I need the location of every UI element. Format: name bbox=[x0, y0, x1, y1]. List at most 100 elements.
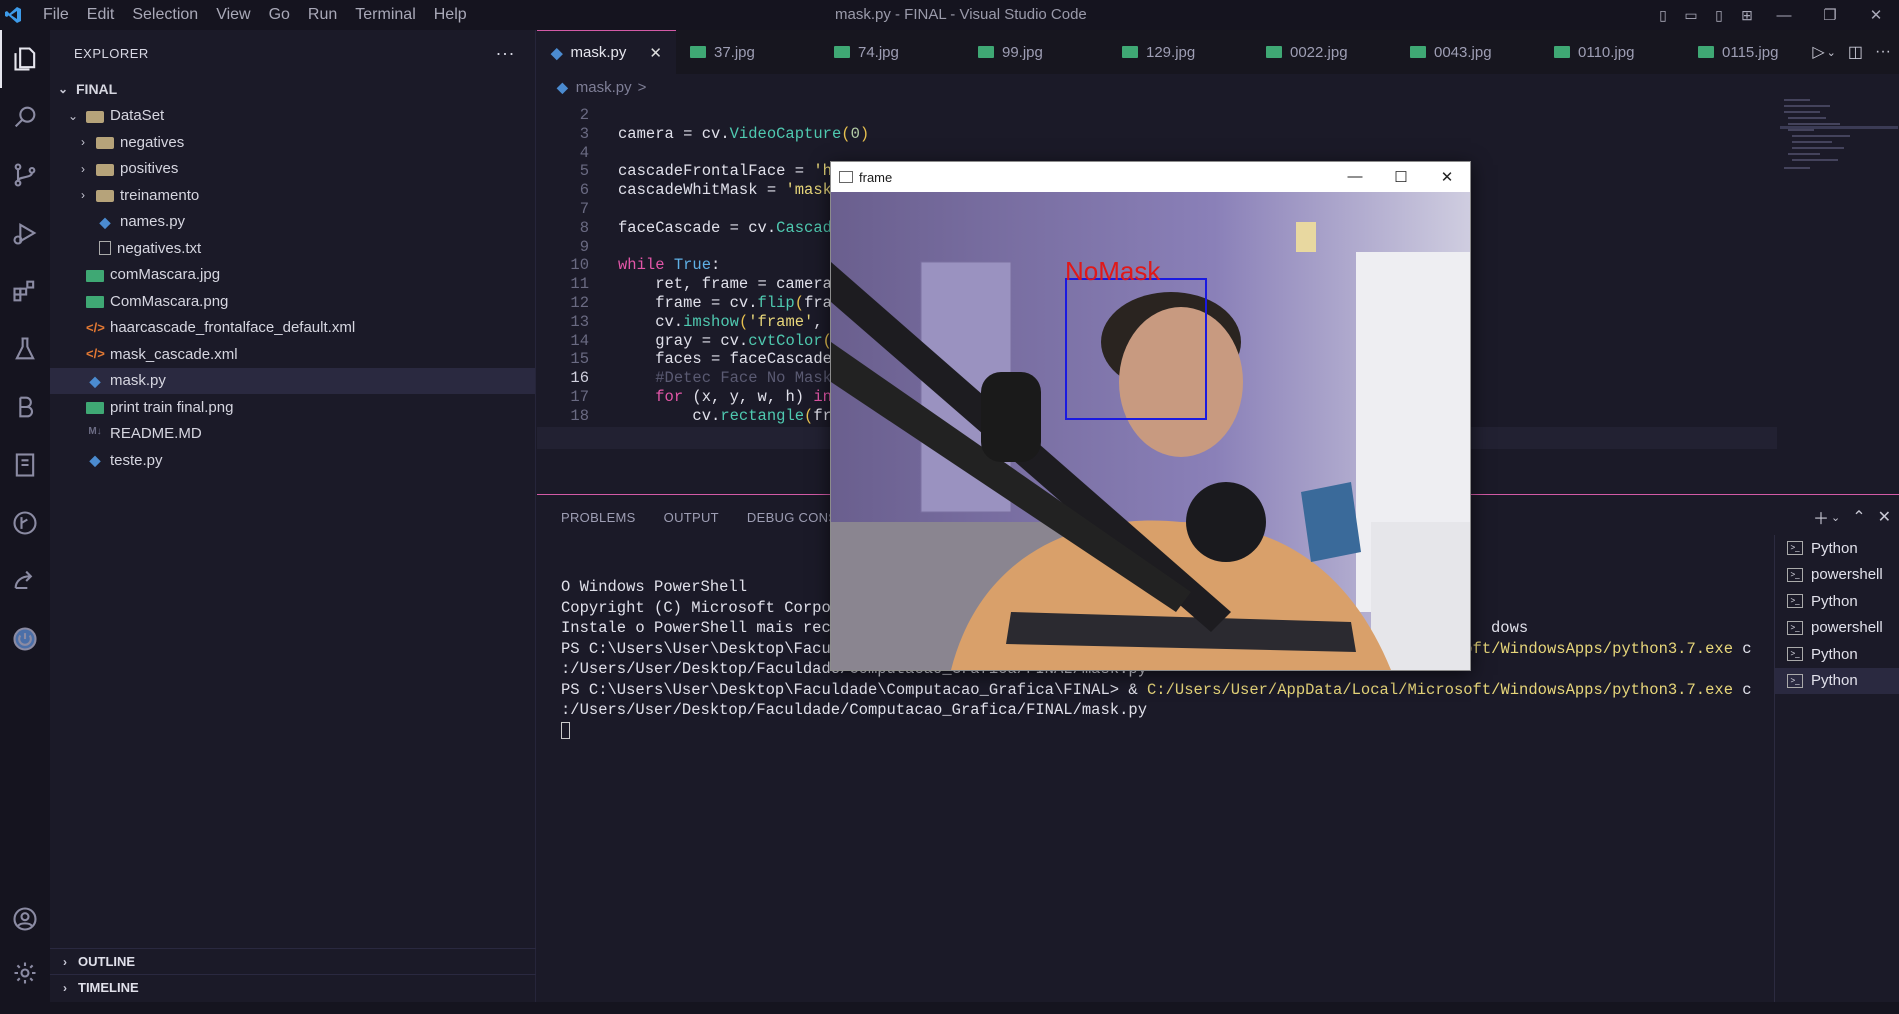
account-icon[interactable] bbox=[0, 890, 50, 948]
close-tab-icon[interactable]: ✕ bbox=[631, 44, 662, 62]
line-number: 5 bbox=[579, 162, 589, 181]
folder-item[interactable]: › positives bbox=[50, 156, 535, 183]
terminal-dropdown-icon[interactable]: ⌄ bbox=[1831, 511, 1840, 524]
minimize-button[interactable]: — bbox=[1761, 7, 1807, 24]
file-item[interactable]: ComMascara.png bbox=[50, 288, 535, 315]
terminal-icon: >_ bbox=[1787, 620, 1803, 635]
file-item[interactable]: negatives.txt bbox=[50, 235, 535, 262]
tab-mask-py[interactable]: ◆ mask.py ✕ bbox=[537, 30, 676, 74]
menu-go[interactable]: Go bbox=[260, 6, 299, 24]
tab-label: 99.jpg bbox=[1002, 43, 1043, 61]
terminal-instance[interactable]: >_ Python bbox=[1775, 588, 1899, 615]
breadcrumb-file[interactable]: mask.py bbox=[576, 79, 632, 96]
file-item[interactable]: </> haarcascade_frontalface_default.xml bbox=[50, 315, 535, 342]
tab-74-jpg[interactable]: 74.jpg bbox=[820, 30, 964, 74]
code-line: faces = faceCascade bbox=[618, 350, 832, 369]
menu-file[interactable]: File bbox=[34, 6, 78, 24]
run-debug-icon[interactable] bbox=[0, 204, 50, 262]
git-graph-icon[interactable] bbox=[0, 494, 50, 552]
code-line: cv.rectangle(fr bbox=[618, 406, 832, 425]
restore-button[interactable]: ❐ bbox=[1807, 6, 1853, 24]
terminal-instance-label: Python bbox=[1811, 645, 1858, 663]
close-button[interactable]: ✕ bbox=[1853, 6, 1899, 24]
line-number: 9 bbox=[579, 237, 589, 256]
toggle-panel-icon[interactable]: ▭ bbox=[1677, 7, 1705, 24]
panel-tab-output[interactable]: OUTPUT bbox=[664, 510, 719, 525]
status-bar bbox=[0, 1002, 1899, 1014]
code-line: cv.imshow('frame', bbox=[618, 312, 823, 331]
new-terminal-icon[interactable]: ＋ bbox=[1813, 505, 1829, 529]
split-editor-icon[interactable]: ◫ bbox=[1848, 42, 1863, 62]
line-number: 6 bbox=[579, 181, 589, 200]
menu-view[interactable]: View bbox=[207, 6, 259, 24]
terminal-instance[interactable]: >_ Python bbox=[1775, 641, 1899, 668]
terminal-cursor bbox=[561, 721, 570, 739]
toggle-sidebar-icon[interactable]: ▯ bbox=[1649, 7, 1677, 24]
opencv-frame-window[interactable]: frame — ☐ ✕ NoMask bbox=[830, 161, 1471, 671]
terminal-instance[interactable]: >_ Python bbox=[1775, 535, 1899, 562]
image-file-icon bbox=[1698, 46, 1714, 58]
tree-item-label: comMascara.jpg bbox=[110, 266, 221, 284]
close-panel-icon[interactable]: ✕ bbox=[1878, 507, 1891, 527]
testing-icon[interactable] bbox=[0, 320, 50, 378]
terminal-instance[interactable]: >_ Python bbox=[1775, 667, 1899, 694]
tab-37-jpg[interactable]: 37.jpg bbox=[676, 30, 820, 74]
line-number: 3 bbox=[579, 124, 589, 143]
tab-99-jpg[interactable]: 99.jpg bbox=[964, 30, 1108, 74]
maximize-panel-icon[interactable]: ⌃ bbox=[1852, 507, 1865, 527]
folder-item[interactable]: › negatives bbox=[50, 129, 535, 156]
terminal-instance[interactable]: >_ powershell bbox=[1775, 615, 1899, 642]
frame-close-button[interactable]: ✕ bbox=[1424, 168, 1470, 186]
file-item[interactable]: comMascara.jpg bbox=[50, 262, 535, 289]
terminal-instance[interactable]: >_ powershell bbox=[1775, 562, 1899, 589]
timeline-section[interactable]: › TIMELINE bbox=[50, 974, 536, 1000]
file-item[interactable]: ◆ teste.py bbox=[50, 447, 535, 474]
source-control-icon[interactable] bbox=[0, 146, 50, 204]
search-icon[interactable] bbox=[0, 88, 50, 146]
tab-0110-jpg[interactable]: 0110.jpg bbox=[1540, 30, 1684, 74]
remote-icon[interactable] bbox=[0, 610, 50, 668]
panel-tab-problems[interactable]: PROBLEMS bbox=[561, 510, 636, 525]
frame-maximize-button[interactable]: ☐ bbox=[1378, 168, 1424, 186]
terminal-line-text: Copyright (C) Microsoft Corpo bbox=[561, 598, 831, 617]
frame-title-bar[interactable]: frame — ☐ ✕ bbox=[831, 162, 1470, 192]
menu-selection[interactable]: Selection bbox=[123, 6, 207, 24]
python-file-icon: ◆ bbox=[89, 452, 101, 469]
tab-129-jpg[interactable]: 129.jpg bbox=[1108, 30, 1252, 74]
menu-terminal[interactable]: Terminal bbox=[346, 6, 424, 24]
menu-help[interactable]: Help bbox=[425, 6, 476, 24]
terminal-icon: >_ bbox=[1787, 567, 1803, 582]
menu-edit[interactable]: Edit bbox=[78, 6, 124, 24]
file-tree: ⌄ DataSet › negatives › positives › treinamento… bbox=[50, 103, 535, 474]
b-extension-icon[interactable] bbox=[0, 378, 50, 436]
folder-item[interactable]: ⌄ DataSet bbox=[50, 103, 535, 130]
notebook-icon[interactable] bbox=[0, 436, 50, 494]
explorer-root-folder[interactable]: ⌄ FINAL bbox=[50, 76, 535, 103]
customize-layout-icon[interactable]: ⊞ bbox=[1733, 7, 1761, 24]
tab-0022-jpg[interactable]: 0022.jpg bbox=[1252, 30, 1396, 74]
line-number: 13 bbox=[570, 312, 589, 331]
file-item[interactable]: print train final.png bbox=[50, 394, 535, 421]
outline-section[interactable]: › OUTLINE bbox=[50, 948, 536, 974]
live-share-icon[interactable] bbox=[0, 552, 50, 610]
more-actions-icon[interactable]: ··· bbox=[496, 43, 515, 64]
minimap[interactable] bbox=[1780, 96, 1898, 186]
menu-run[interactable]: Run bbox=[299, 6, 346, 24]
file-item[interactable]: ◆ mask.py bbox=[50, 367, 535, 394]
more-actions-icon[interactable]: ··· bbox=[1875, 43, 1891, 61]
toggle-secondary-sidebar-icon[interactable]: ▯ bbox=[1705, 7, 1733, 24]
frame-minimize-button[interactable]: — bbox=[1332, 168, 1378, 186]
file-item[interactable]: ◆ names.py bbox=[50, 209, 535, 236]
terminal-text-fragment: c bbox=[1733, 639, 1752, 658]
folder-item[interactable]: › treinamento bbox=[50, 182, 535, 209]
tab-0043-jpg[interactable]: 0043.jpg bbox=[1396, 30, 1540, 74]
run-dropdown-icon[interactable]: ⌄ bbox=[1827, 46, 1836, 59]
terminal-line-text: Instale o PowerShell mais rec bbox=[561, 619, 831, 637]
run-file-icon[interactable]: ▷ bbox=[1812, 42, 1824, 62]
extensions-icon[interactable] bbox=[0, 262, 50, 320]
file-item[interactable]: </> mask_cascade.xml bbox=[50, 341, 535, 368]
explorer-icon[interactable] bbox=[0, 30, 50, 88]
manage-gear-icon[interactable] bbox=[0, 944, 50, 1002]
file-item[interactable]: M↓ README.MD bbox=[50, 421, 535, 448]
tab-label: 0022.jpg bbox=[1290, 43, 1348, 61]
